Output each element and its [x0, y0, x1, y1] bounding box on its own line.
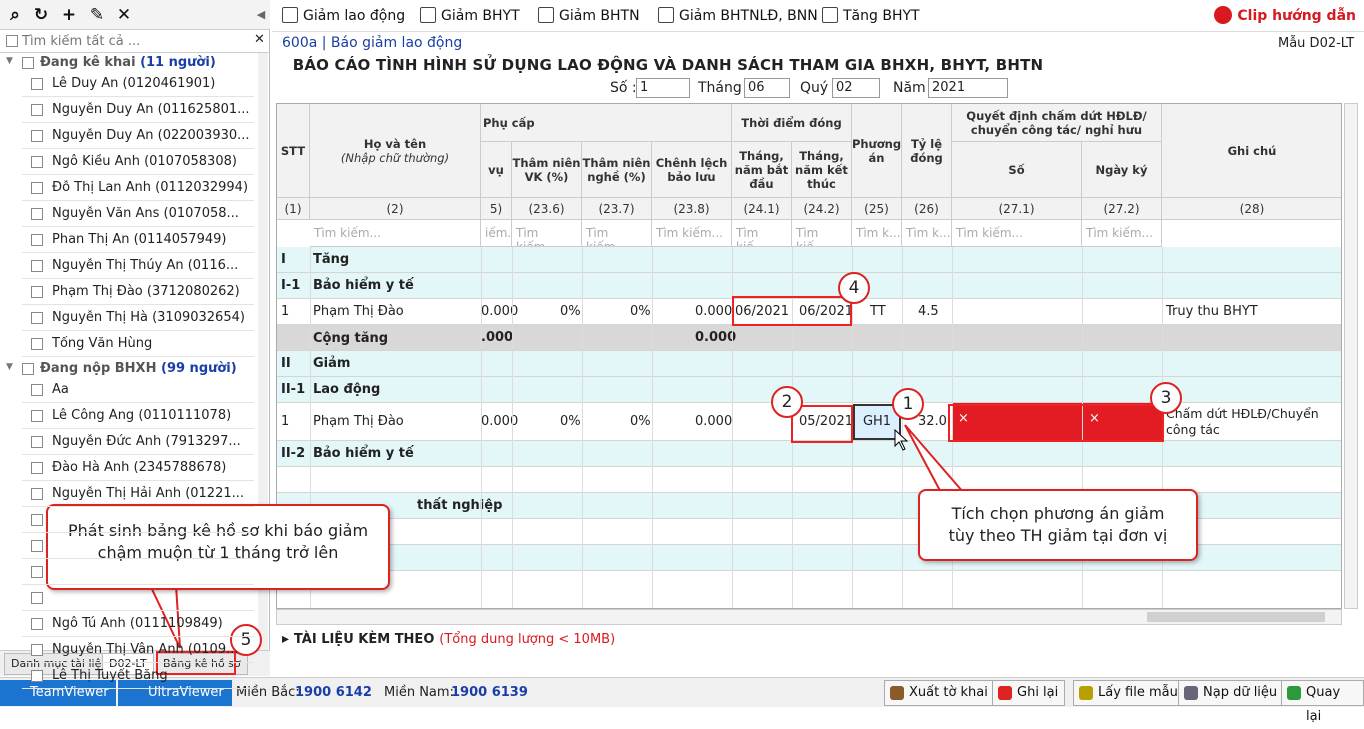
list-item[interactable]: Phan Thị An (0114057949) — [22, 227, 254, 253]
list-item[interactable]: Lê Duy An (0120461901) — [22, 71, 254, 97]
list-item[interactable]: Nguyễn Duy An (022003930... — [22, 123, 254, 149]
item-checkbox[interactable] — [31, 618, 43, 630]
list-item[interactable]: Ngô Kiều Anh (0107058308) — [22, 149, 254, 175]
list-item[interactable]: Phạm Thị Đào (3712080262) — [22, 279, 254, 305]
list-item[interactable] — [22, 559, 254, 585]
item-checkbox[interactable] — [31, 644, 43, 656]
item-checkbox[interactable] — [31, 592, 43, 604]
list-item[interactable]: Ngô Tú Anh (0111109849) — [22, 611, 254, 637]
list-item[interactable]: Aa — [22, 377, 254, 403]
item-checkbox[interactable] — [31, 156, 43, 168]
list-item[interactable]: Đỗ Thị Lan Anh (0112032994) — [22, 175, 254, 201]
item-checkbox[interactable] — [31, 410, 43, 422]
list-item[interactable]: Nguyễn Đức Anh (7913297... — [22, 429, 254, 455]
group-checkbox[interactable] — [22, 57, 34, 69]
item-checkbox[interactable] — [31, 514, 43, 526]
item-checkbox[interactable] — [31, 260, 43, 272]
list-item[interactable] — [22, 507, 254, 533]
item-checkbox[interactable] — [31, 384, 43, 396]
item-checkbox[interactable] — [31, 208, 43, 220]
item-checkbox[interactable] — [31, 182, 43, 194]
expand-icon[interactable]: ▼ — [6, 362, 13, 372]
item-checkbox[interactable] — [31, 78, 43, 90]
list-item[interactable]: Lê Thị Tuyết Băng — [22, 663, 254, 689]
item-checkbox[interactable] — [31, 566, 43, 578]
list-item[interactable]: Nguyễn Văn Ans (0107058... — [22, 201, 254, 227]
item-checkbox[interactable] — [31, 338, 43, 350]
item-checkbox[interactable] — [31, 286, 43, 298]
expand-icon[interactable]: ▼ — [6, 56, 13, 66]
item-checkbox[interactable] — [31, 104, 43, 116]
group-checkbox[interactable] — [22, 363, 34, 375]
item-checkbox[interactable] — [31, 312, 43, 324]
note-right: Tích chọn phương án giảm tùy theo TH giả… — [918, 489, 1198, 561]
list-item[interactable] — [22, 533, 254, 559]
item-checkbox[interactable] — [31, 436, 43, 448]
list-item[interactable] — [22, 585, 254, 611]
item-checkbox[interactable] — [31, 130, 43, 142]
list-item[interactable]: Nguyễn Thị Vân Anh (0109... — [22, 637, 254, 663]
list-item[interactable]: Nguyễn Thị Thúy An (0116... — [22, 253, 254, 279]
list-item[interactable]: Lê Công Áng (0110111078) — [22, 403, 254, 429]
list-item[interactable]: Đào Hà Anh (2345788678) — [22, 455, 254, 481]
item-checkbox[interactable] — [31, 670, 43, 682]
list-item[interactable]: Nguyễn Duy An (011625801... — [22, 97, 254, 123]
list-item[interactable]: Nguyễn Thị Hà (3109032654) — [22, 305, 254, 331]
item-checkbox[interactable] — [31, 540, 43, 552]
item-checkbox[interactable] — [31, 488, 43, 500]
list-item[interactable]: Nguyễn Thị Hải Anh (01221... — [22, 481, 254, 507]
item-checkbox[interactable] — [31, 462, 43, 474]
item-checkbox[interactable] — [31, 234, 43, 246]
list-item[interactable]: Tống Văn Hùng — [22, 331, 254, 357]
